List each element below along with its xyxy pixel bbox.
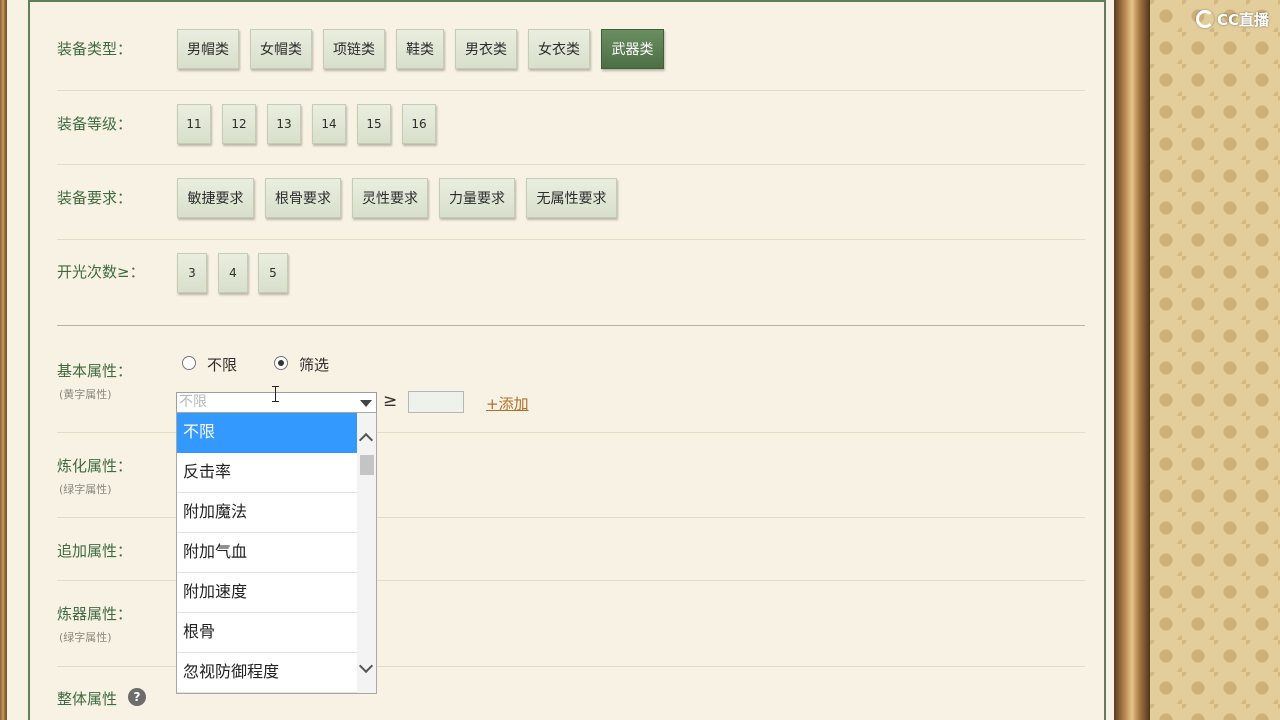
- equip-req-label: 装备要求：: [57, 189, 133, 207]
- equip-type-option[interactable]: 鞋类: [396, 29, 444, 69]
- attr-select-value: 不限: [179, 394, 207, 410]
- equip-req-option[interactable]: 力量要求: [439, 178, 515, 218]
- open-count-option[interactable]: 4: [218, 253, 248, 293]
- right-frame: [1114, 0, 1150, 720]
- chevron-down-icon[interactable]: [358, 658, 374, 674]
- equip-type-option[interactable]: 项链类: [323, 29, 385, 69]
- dropdown-scrollbar[interactable]: [357, 413, 376, 693]
- add-attr-link[interactable]: +添加: [486, 393, 529, 414]
- dropdown-option[interactable]: 附加魔法: [177, 493, 357, 533]
- row-divider: [57, 239, 1085, 240]
- equip-level-option[interactable]: 11: [177, 104, 211, 144]
- row-divider: [57, 164, 1085, 165]
- radio-filter-label: 筛选: [299, 356, 330, 374]
- filter-panel: [6, 0, 1114, 720]
- equip-req-option[interactable]: 无属性要求: [526, 178, 617, 218]
- refine-attr-label: 炼化属性：: [57, 457, 133, 475]
- equip-type-option[interactable]: 男帽类: [177, 29, 239, 69]
- dropdown-option[interactable]: 根骨: [177, 613, 357, 653]
- equip-level-option[interactable]: 15: [357, 104, 391, 144]
- dropdown-option[interactable]: 附加速度: [177, 573, 357, 613]
- dropdown-option[interactable]: 反击率: [177, 453, 357, 493]
- equip-req-option[interactable]: 灵性要求: [352, 178, 428, 218]
- forge-attr-sublabel: (绿字属性): [59, 631, 112, 644]
- radio-unlimited[interactable]: [182, 356, 196, 370]
- row-divider: [57, 90, 1085, 91]
- equip-type-option-selected[interactable]: 武器类: [601, 29, 664, 69]
- equip-type-label: 装备类型：: [57, 40, 133, 58]
- chevron-up-icon[interactable]: [358, 432, 374, 448]
- equip-level-option[interactable]: 12: [222, 104, 256, 144]
- radio-unlimited-label: 不限: [207, 356, 238, 374]
- dropdown-option[interactable]: 忽视防御程度: [177, 653, 357, 693]
- overall-attr-label: 整体属性: [57, 690, 118, 708]
- attr-value-input[interactable]: [408, 391, 464, 413]
- dropdown-option-active[interactable]: 不限: [177, 413, 357, 453]
- equip-level-label: 装备等级：: [57, 115, 133, 133]
- scrollbar-thumb[interactable]: [360, 455, 374, 475]
- open-count-option[interactable]: 5: [258, 253, 288, 293]
- extra-attr-label: 追加属性：: [57, 542, 133, 560]
- equip-level-option[interactable]: 13: [267, 104, 301, 144]
- attr-dropdown-list: 不限 反击率 附加魔法 附加气血 附加速度 根骨 忽视防御程度: [176, 412, 377, 694]
- ge-symbol: ≥: [383, 391, 398, 411]
- equip-req-option[interactable]: 根骨要求: [265, 178, 341, 218]
- side-wallpaper: [1150, 0, 1280, 720]
- basic-attr-sublabel: (黄字属性): [59, 388, 112, 401]
- text-cursor-icon: [272, 386, 279, 402]
- radio-filter[interactable]: [274, 356, 288, 370]
- attr-select[interactable]: 不限: [176, 392, 377, 413]
- cc-logo: CC直播: [1196, 8, 1269, 30]
- equip-type-option[interactable]: 女帽类: [250, 29, 312, 69]
- equip-type-option[interactable]: 男衣类: [455, 29, 517, 69]
- dropdown-option[interactable]: 附加气血: [177, 533, 357, 573]
- equip-level-option[interactable]: 14: [312, 104, 346, 144]
- equip-level-option[interactable]: 16: [402, 104, 436, 144]
- equip-type-option[interactable]: 女衣类: [528, 29, 590, 69]
- section-divider: [57, 325, 1085, 326]
- chevron-down-icon: [360, 400, 372, 407]
- cc-logo-icon: [1196, 10, 1214, 28]
- open-count-option[interactable]: 3: [177, 253, 207, 293]
- refine-attr-sublabel: (绿字属性): [59, 483, 112, 496]
- equip-req-option[interactable]: 敏捷要求: [177, 178, 254, 218]
- basic-attr-label: 基本属性：: [57, 362, 133, 380]
- open-count-label: 开光次数≥：: [57, 263, 145, 281]
- help-icon[interactable]: ?: [128, 688, 146, 706]
- forge-attr-label: 炼器属性：: [57, 605, 133, 623]
